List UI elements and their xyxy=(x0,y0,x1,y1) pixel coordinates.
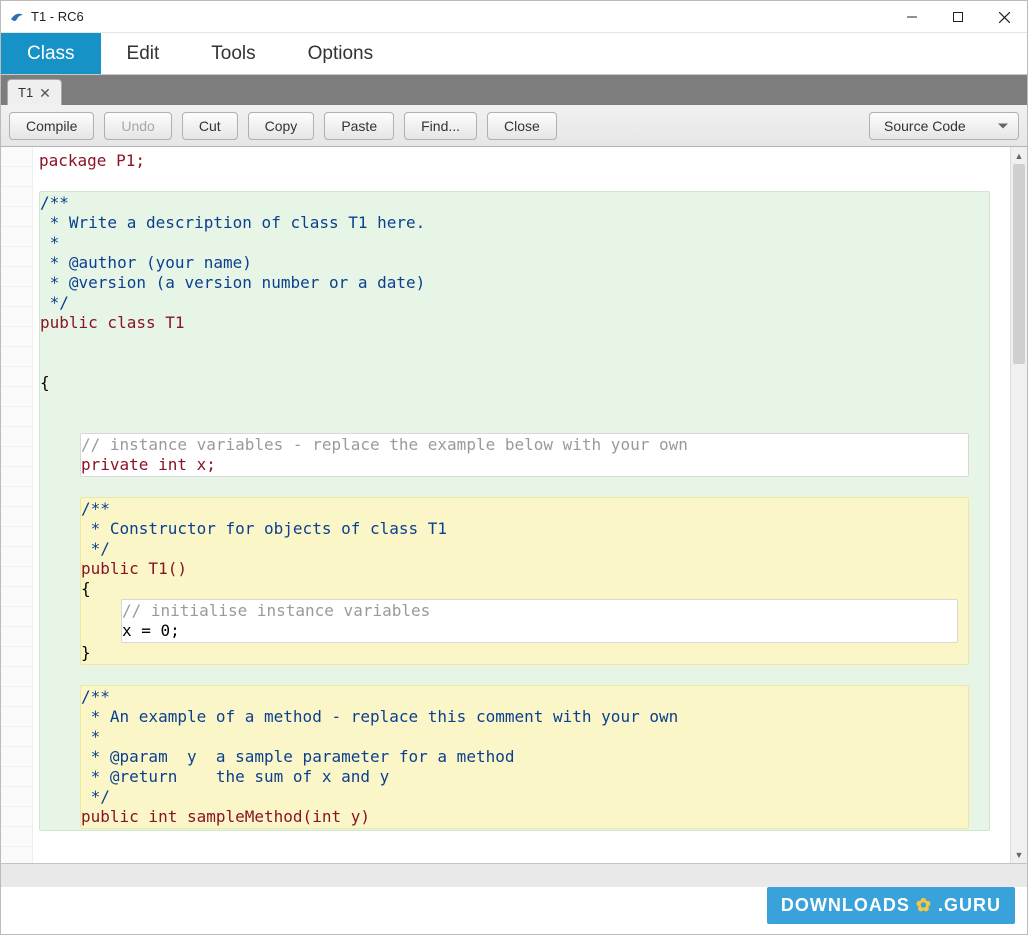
cut-button[interactable]: Cut xyxy=(182,112,238,140)
app-icon xyxy=(9,9,25,25)
watermark-left: DOWNLOADS xyxy=(781,895,910,916)
code-line xyxy=(39,171,1010,191)
close-button[interactable]: Close xyxy=(487,112,557,140)
menubar: Class Edit Tools Options xyxy=(1,33,1027,75)
code-line: * @version (a version number or a date) xyxy=(40,273,989,293)
menu-tools[interactable]: Tools xyxy=(185,33,281,74)
constructor-scope: /** * Constructor for objects of class T… xyxy=(80,497,969,665)
method-scope: /** * An example of a method - replace t… xyxy=(80,685,969,829)
tab-label: T1 xyxy=(18,85,33,100)
code-line: // initialise instance variables xyxy=(122,601,957,621)
flower-icon: ✿ xyxy=(916,895,932,916)
code-line: private int x; xyxy=(81,455,216,474)
statusbar xyxy=(1,863,1027,887)
code-line: public int sampleMethod(int y) xyxy=(81,807,370,826)
code-line: * Write a description of class T1 here. xyxy=(40,213,989,233)
scroll-thumb[interactable] xyxy=(1013,164,1025,364)
editor-tab[interactable]: T1 ✕ xyxy=(7,79,62,105)
scroll-up-icon[interactable]: ▲ xyxy=(1011,147,1027,164)
class-scope: /** * Write a description of class T1 he… xyxy=(39,191,990,831)
code-line: package P1; xyxy=(39,151,145,170)
close-window-button[interactable] xyxy=(981,1,1027,33)
view-selector[interactable]: Source Code xyxy=(869,112,1019,140)
code-line: */ xyxy=(81,787,968,807)
code-line: * xyxy=(81,727,968,747)
code-line: */ xyxy=(40,293,989,313)
toolbar: Compile Undo Cut Copy Paste Find... Clos… xyxy=(1,105,1027,147)
code-line: * Constructor for objects of class T1 xyxy=(81,519,968,539)
code-line xyxy=(40,353,989,373)
gutter xyxy=(1,147,33,863)
code-line xyxy=(40,393,989,413)
code-line: * @return the sum of x and y xyxy=(81,767,968,787)
tab-close-icon[interactable]: ✕ xyxy=(39,86,51,100)
code-line: /** xyxy=(81,499,968,519)
code-line: // instance variables - replace the exam… xyxy=(81,435,968,455)
field-scope: // instance variables - replace the exam… xyxy=(80,433,969,477)
code-line: /** xyxy=(40,193,989,213)
constructor-body: // initialise instance variables x = 0; xyxy=(121,599,958,643)
paste-button[interactable]: Paste xyxy=(324,112,394,140)
watermark-right: .GURU xyxy=(938,895,1001,916)
window-controls xyxy=(889,1,1027,33)
copy-button[interactable]: Copy xyxy=(248,112,315,140)
vertical-scrollbar[interactable]: ▲ ▼ xyxy=(1010,147,1027,863)
scroll-down-icon[interactable]: ▼ xyxy=(1011,846,1027,863)
code-line: } xyxy=(81,643,968,663)
code-line: * An example of a method - replace this … xyxy=(81,707,968,727)
find-button[interactable]: Find... xyxy=(404,112,477,140)
code-area[interactable]: package P1; /** * Write a description of… xyxy=(33,147,1010,863)
code-line: * @param y a sample parameter for a meth… xyxy=(81,747,968,767)
menu-options[interactable]: Options xyxy=(282,33,399,74)
code-line: public T1() xyxy=(81,559,187,578)
tab-strip: T1 ✕ xyxy=(1,75,1027,105)
minimize-button[interactable] xyxy=(889,1,935,33)
maximize-button[interactable] xyxy=(935,1,981,33)
menu-class[interactable]: Class xyxy=(1,33,101,74)
code-line: x = 0; xyxy=(122,621,957,641)
undo-button[interactable]: Undo xyxy=(104,112,171,140)
code-line: public class T1 xyxy=(40,313,185,332)
menu-edit[interactable]: Edit xyxy=(101,33,186,74)
view-selector-label: Source Code xyxy=(884,118,966,134)
code-line xyxy=(40,413,989,433)
code-line: * xyxy=(40,233,989,253)
editor: package P1; /** * Write a description of… xyxy=(1,147,1027,863)
code-line: { xyxy=(40,373,989,393)
compile-button[interactable]: Compile xyxy=(9,112,94,140)
code-line: * @author (your name) xyxy=(40,253,989,273)
titlebar: T1 - RC6 xyxy=(1,1,1027,33)
code-line xyxy=(40,333,989,353)
watermark: DOWNLOADS ✿ .GURU xyxy=(767,887,1015,924)
code-line: */ xyxy=(81,539,968,559)
window-title: T1 - RC6 xyxy=(31,9,84,24)
code-line: /** xyxy=(81,687,968,707)
code-line: { xyxy=(81,579,968,599)
